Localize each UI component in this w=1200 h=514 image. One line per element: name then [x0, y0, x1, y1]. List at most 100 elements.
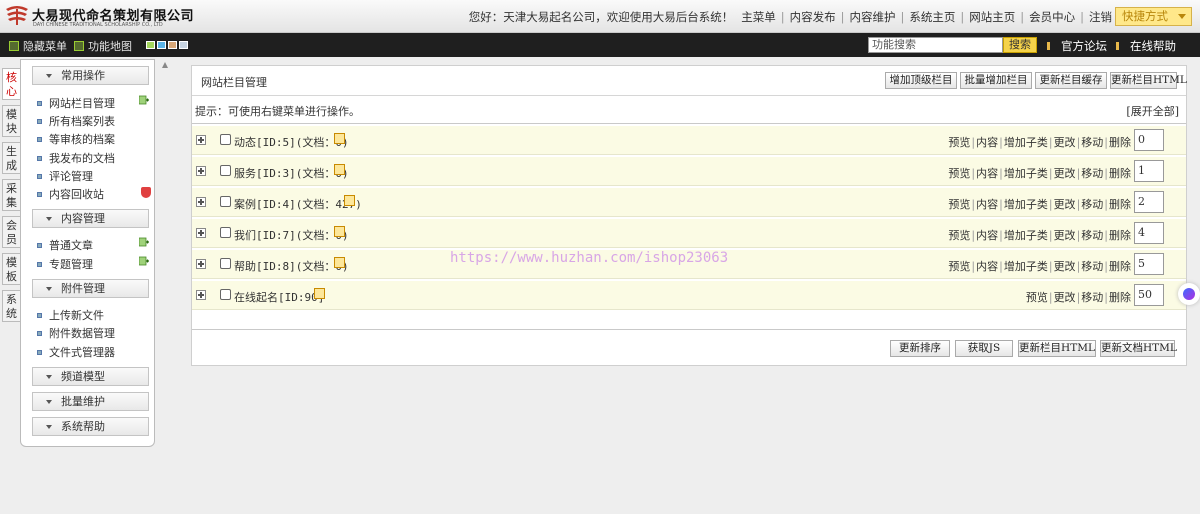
tab-system[interactable]: 系统	[2, 290, 21, 322]
edit-icon[interactable]	[344, 195, 355, 206]
section-attachments[interactable]: 附件管理	[32, 279, 149, 298]
section-channel-models[interactable]: 频道模型	[32, 367, 149, 386]
row-checkbox[interactable]	[220, 258, 231, 269]
sidebar-item-pending-archives[interactable]: 等审核的档案	[37, 131, 115, 147]
delete-link[interactable]: 删除	[1109, 260, 1131, 273]
add-subclass-link[interactable]: 增加子类	[1004, 167, 1048, 180]
get-js-button[interactable]: 获取JS	[955, 340, 1013, 357]
nav-system-home[interactable]: 系统主页	[909, 9, 955, 25]
add-icon[interactable]	[139, 237, 149, 247]
expand-plus-icon[interactable]	[196, 290, 206, 300]
quick-access-dropdown[interactable]: 快捷方式	[1115, 7, 1192, 26]
edit-icon[interactable]	[334, 133, 345, 144]
delete-link[interactable]: 删除	[1109, 229, 1131, 242]
expand-plus-icon[interactable]	[196, 259, 206, 269]
tab-template[interactable]: 模板	[2, 253, 21, 285]
expand-plus-icon[interactable]	[196, 166, 206, 176]
sidebar-item-recycle-bin[interactable]: 内容回收站	[37, 186, 104, 202]
add-subclass-link[interactable]: 增加子类	[1004, 260, 1048, 273]
section-batch-maintain[interactable]: 批量维护	[32, 392, 149, 411]
theme-swatch-green[interactable]	[146, 41, 155, 49]
preview-link[interactable]: 预览	[948, 229, 970, 242]
modify-link[interactable]: 更改	[1054, 291, 1076, 304]
theme-swatch-blue[interactable]	[157, 41, 166, 49]
sort-order-input[interactable]: 5	[1134, 253, 1164, 275]
edit-icon[interactable]	[334, 164, 345, 175]
add-icon[interactable]	[139, 95, 149, 105]
edit-icon[interactable]	[334, 257, 345, 268]
function-map-button[interactable]: 功能地图	[74, 38, 132, 54]
expand-plus-icon[interactable]	[196, 197, 206, 207]
tab-member[interactable]: 会员	[2, 216, 21, 248]
delete-link[interactable]: 删除	[1109, 198, 1131, 211]
add-top-column-button[interactable]: 增加顶级栏目	[885, 72, 957, 89]
preview-link[interactable]: 预览	[948, 136, 970, 149]
sidebar-item-column-manage[interactable]: 网站栏目管理	[37, 95, 115, 111]
update-sort-button[interactable]: 更新排序	[890, 340, 950, 357]
batch-add-column-button[interactable]: 批量增加栏目	[960, 72, 1032, 89]
sidebar-item-articles[interactable]: 普通文章	[37, 237, 93, 253]
preview-link[interactable]: 预览	[948, 198, 970, 211]
sidebar-item-all-archives[interactable]: 所有档案列表	[37, 113, 115, 129]
modify-link[interactable]: 更改	[1054, 136, 1076, 149]
move-link[interactable]: 移动	[1081, 260, 1103, 273]
sort-order-input[interactable]: 0	[1134, 129, 1164, 151]
move-link[interactable]: 移动	[1081, 136, 1103, 149]
move-link[interactable]: 移动	[1081, 291, 1103, 304]
sidebar-item-topics[interactable]: 专题管理	[37, 256, 93, 272]
content-link[interactable]: 内容	[976, 229, 998, 242]
row-checkbox[interactable]	[220, 227, 231, 238]
add-subclass-link[interactable]: 增加子类	[1004, 229, 1048, 242]
forum-link[interactable]: 官方论坛	[1047, 38, 1107, 54]
nav-publish[interactable]: 内容发布	[790, 9, 836, 25]
sort-order-input[interactable]: 2	[1134, 191, 1164, 213]
edit-icon[interactable]	[314, 288, 325, 299]
add-icon[interactable]	[139, 256, 149, 266]
sidebar-item-file-manager[interactable]: 文件式管理器	[37, 344, 115, 360]
collapse-handle-icon[interactable]	[162, 62, 168, 68]
add-subclass-link[interactable]: 增加子类	[1004, 136, 1048, 149]
expand-all-link[interactable]: [展开全部]	[1126, 103, 1179, 119]
sidebar-item-attach-data[interactable]: 附件数据管理	[37, 325, 115, 341]
theme-swatch-gray[interactable]	[179, 41, 188, 49]
sort-order-input[interactable]: 4	[1134, 222, 1164, 244]
delete-link[interactable]: 删除	[1109, 167, 1131, 180]
move-link[interactable]: 移动	[1081, 198, 1103, 211]
hide-menu-button[interactable]: 隐藏菜单	[9, 38, 67, 54]
update-doc-html-button[interactable]: 更新文档HTML	[1100, 340, 1177, 357]
sort-order-input[interactable]: 1	[1134, 160, 1164, 182]
edit-icon[interactable]	[334, 226, 345, 237]
nav-maintain[interactable]: 内容维护	[850, 9, 896, 25]
modify-link[interactable]: 更改	[1054, 260, 1076, 273]
delete-link[interactable]: 删除	[1109, 136, 1131, 149]
tab-module[interactable]: 模块	[2, 105, 21, 137]
content-link[interactable]: 内容	[976, 136, 998, 149]
section-system-help[interactable]: 系统帮助	[32, 417, 149, 436]
content-link[interactable]: 内容	[976, 198, 998, 211]
add-subclass-link[interactable]: 增加子类	[1004, 198, 1048, 211]
shield-icon[interactable]	[141, 187, 151, 198]
expand-plus-icon[interactable]	[196, 135, 206, 145]
theme-swatch-brown[interactable]	[168, 41, 177, 49]
sidebar-item-comments[interactable]: 评论管理	[37, 168, 93, 184]
tab-core[interactable]: 核心	[2, 68, 21, 100]
move-link[interactable]: 移动	[1081, 167, 1103, 180]
nav-site-home[interactable]: 网站主页	[969, 9, 1015, 25]
preview-link[interactable]: 预览	[948, 167, 970, 180]
delete-link[interactable]: 删除	[1109, 291, 1131, 304]
expand-plus-icon[interactable]	[196, 228, 206, 238]
sort-order-input[interactable]: 50	[1134, 284, 1164, 306]
search-button[interactable]: 搜索	[1003, 37, 1037, 53]
content-link[interactable]: 内容	[976, 260, 998, 273]
function-search-input[interactable]: 功能搜索	[868, 37, 1003, 53]
move-link[interactable]: 移动	[1081, 229, 1103, 242]
update-column-cache-button[interactable]: 更新栏目缓存	[1035, 72, 1107, 89]
assistant-float-icon[interactable]	[1178, 283, 1200, 305]
preview-link[interactable]: 预览	[948, 260, 970, 273]
sidebar-item-upload[interactable]: 上传新文件	[37, 307, 104, 323]
modify-link[interactable]: 更改	[1054, 229, 1076, 242]
nav-member-center[interactable]: 会员中心	[1029, 9, 1075, 25]
row-checkbox[interactable]	[220, 165, 231, 176]
sidebar-item-my-docs[interactable]: 我发布的文档	[37, 150, 115, 166]
nav-logout[interactable]: 注销	[1089, 9, 1112, 25]
